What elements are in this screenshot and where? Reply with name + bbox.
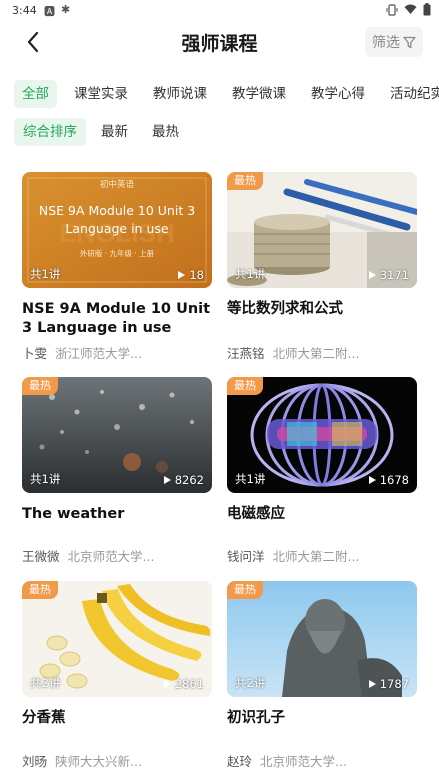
- course-meta: 王微微 北京师范大学...: [22, 546, 154, 565]
- hot-badge: 最热: [227, 377, 263, 395]
- school-name: 北师大第二附...: [272, 346, 360, 361]
- wifi-icon: [404, 4, 417, 14]
- view-count-value: 1678: [379, 473, 409, 487]
- course-meta: 卜雯 浙江师范大学...: [22, 343, 142, 362]
- course-meta: 钱问洋 北师大第二附...: [227, 546, 359, 565]
- teacher-name: 卜雯: [22, 346, 48, 361]
- course-title: 电磁感应: [227, 506, 285, 522]
- lecture-count: 共1讲: [235, 267, 266, 281]
- course-meta: 刘旸 陕师大大兴新...: [22, 751, 142, 770]
- play-icon: [163, 680, 171, 688]
- filter-label: 筛选: [372, 35, 400, 51]
- course-meta: 赵玲 北京师范大学...: [227, 751, 347, 770]
- course-meta: 汪燕铭 北师大第二附...: [227, 343, 359, 362]
- teacher-name: 刘旸: [22, 754, 48, 769]
- teacher-name: 赵玲: [227, 754, 253, 769]
- notification-icons: 🅰 ✱: [44, 3, 70, 19]
- thumb-header: 初中英语: [99, 180, 134, 190]
- notification-bug-icon: ✱: [61, 3, 71, 16]
- school-name: 北京师范大学...: [260, 754, 347, 769]
- course-thumbnail: 最热 共1讲 3171: [227, 172, 417, 288]
- course-thumbnail: 最热 共1讲 8262: [22, 377, 212, 493]
- play-icon: [178, 271, 186, 279]
- lecture-count: 共2讲: [235, 676, 266, 690]
- tab-teacher-lecture[interactable]: 教师说课: [145, 80, 215, 108]
- school-name: 陕师大大兴新...: [55, 754, 142, 769]
- view-count-value: 2861: [174, 677, 204, 691]
- course-title: 等比数列求和公式: [227, 301, 343, 317]
- tab-teaching-insights[interactable]: 教学心得: [303, 80, 373, 108]
- course-card[interactable]: ENGLISH 初中英语 NSE 9A Module 10 Unit 3 Lan…: [22, 172, 212, 364]
- battery-icon: [423, 3, 431, 16]
- teacher-name: 王微微: [22, 549, 60, 564]
- course-title: 初识孔子: [227, 710, 285, 726]
- filter-button[interactable]: 筛选: [365, 27, 423, 57]
- teacher-name: 汪燕铭: [227, 346, 265, 361]
- school-name: 北师大第二附...: [272, 549, 360, 564]
- sort-newest[interactable]: 最新: [92, 118, 137, 146]
- view-count: 8262: [163, 473, 204, 487]
- play-icon: [368, 271, 376, 279]
- view-count: 3171: [368, 268, 409, 282]
- course-card[interactable]: 最热 共2讲 1787 初识孔子 赵玲 北京师范大学...: [227, 581, 417, 771]
- hot-badge: 最热: [227, 581, 263, 599]
- system-icons: [386, 3, 431, 16]
- lecture-count: 共1讲: [235, 472, 266, 486]
- course-thumbnail: 最热 共2讲 2861: [22, 581, 212, 697]
- view-count: 1678: [368, 473, 409, 487]
- course-card[interactable]: 最热 共1讲 8262 The weather 王微微 北京师范大学...: [22, 377, 212, 567]
- course-card[interactable]: 最热 共2讲 2861 分香蕉 刘旸 陕师大大兴新...: [22, 581, 212, 771]
- sort-hottest[interactable]: 最热: [143, 118, 188, 146]
- thumb-course-title: NSE 9A Module 10 Unit 3 Language in use: [38, 203, 196, 236]
- course-thumbnail: 最热 共2讲 1787: [227, 581, 417, 697]
- play-icon: [163, 476, 171, 484]
- view-count-value: 18: [189, 268, 204, 282]
- course-thumbnail: 最热 共1讲 1678: [227, 377, 417, 493]
- hot-badge: 最热: [22, 377, 58, 395]
- status-bar: 3:44 🅰 ✱: [0, 0, 439, 22]
- course-title: 分香蕉: [22, 710, 66, 726]
- view-count: 2861: [163, 677, 204, 691]
- tab-classroom-record[interactable]: 课堂实录: [66, 80, 136, 108]
- view-count-value: 1787: [379, 677, 409, 691]
- tab-micro-lesson[interactable]: 教学微课: [224, 80, 294, 108]
- course-card[interactable]: 最热 共1讲 3171 等比数列求和公式 汪燕铭 北师大第二附...: [227, 172, 417, 364]
- lecture-count: 共1讲: [30, 472, 61, 486]
- sort-comprehensive[interactable]: 综合排序: [14, 118, 86, 146]
- sort-options: 综合排序 最新 最热: [14, 118, 194, 146]
- category-tabs: 全部 课堂实录 教师说课 教学微课 教学心得 活动纪实: [14, 80, 439, 110]
- course-title: The weather: [22, 506, 125, 522]
- notification-a-icon: 🅰: [44, 5, 55, 18]
- teacher-name: 钱问洋: [227, 549, 265, 564]
- lecture-count: 共1讲: [30, 267, 61, 281]
- course-title: NSE 9A Module 10 Unit 3 Language in use: [22, 301, 211, 336]
- course-card[interactable]: 最热 共1讲 1678 电磁感应 钱问洋 北师大第二附...: [227, 377, 417, 567]
- tab-activity-record[interactable]: 活动纪实: [382, 80, 439, 108]
- vibrate-icon: [386, 3, 398, 16]
- view-count-value: 8262: [174, 473, 204, 487]
- thumb-footer: 外研版 · 九年级 · 上册: [79, 249, 155, 258]
- school-name: 浙江师范大学...: [55, 346, 142, 361]
- hot-badge: 最热: [22, 581, 58, 599]
- view-count: 18: [178, 268, 204, 282]
- status-time: 3:44: [12, 4, 37, 17]
- play-icon: [368, 476, 376, 484]
- lecture-count: 共2讲: [30, 676, 61, 690]
- view-count-value: 3171: [379, 268, 409, 282]
- tab-all[interactable]: 全部: [14, 80, 57, 108]
- course-thumbnail: ENGLISH 初中英语 NSE 9A Module 10 Unit 3 Lan…: [22, 172, 212, 288]
- hot-badge: 最热: [227, 172, 263, 190]
- view-count: 1787: [368, 677, 409, 691]
- filter-funnel-icon: [403, 36, 416, 48]
- play-icon: [368, 680, 376, 688]
- header: 强师课程 筛选: [0, 24, 439, 60]
- school-name: 北京师范大学...: [67, 549, 155, 564]
